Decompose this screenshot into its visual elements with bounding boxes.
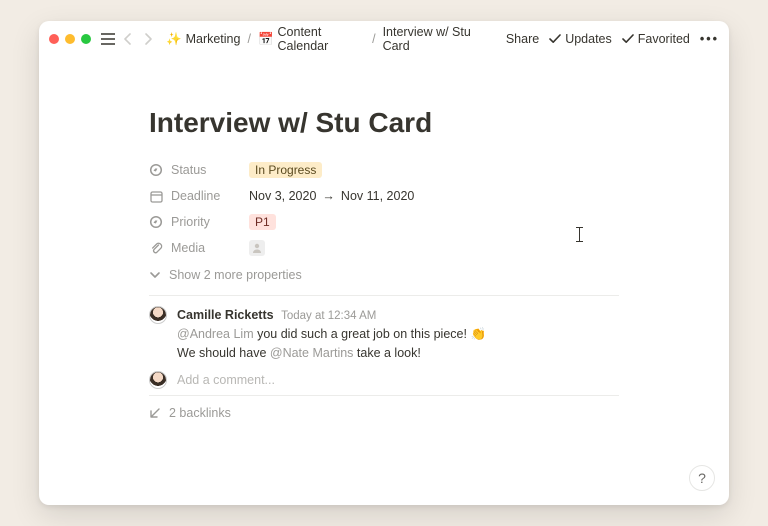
close-window-dot[interactable] (49, 34, 59, 44)
favorited-button[interactable]: Favorited (622, 32, 690, 46)
breadcrumb-content-calendar[interactable]: 📅 Content Calendar (255, 23, 368, 55)
breadcrumb-label: Marketing (186, 32, 241, 46)
property-label: Media (171, 241, 205, 255)
deadline-end: Nov 11, 2020 (341, 189, 414, 203)
breadcrumb-sep: / (247, 32, 250, 46)
sidebar-toggle-icon[interactable] (101, 33, 115, 45)
mention[interactable]: @Andrea Lim (177, 327, 254, 341)
comment-text: take a look! (353, 346, 420, 360)
property-label: Deadline (171, 189, 220, 203)
breadcrumb-sep: / (372, 32, 375, 46)
property-label: Priority (171, 215, 210, 229)
backlinks[interactable]: 2 backlinks (149, 406, 619, 420)
media-thumbnail[interactable] (249, 240, 265, 256)
window-controls[interactable] (49, 34, 91, 44)
comment-line: @Andrea Lim you did such a great job on … (177, 325, 486, 344)
comment-input[interactable] (177, 373, 619, 387)
status-icon (149, 163, 163, 177)
divider (149, 395, 619, 396)
deadline-start: Nov 3, 2020 (249, 189, 316, 203)
comment-text: you did such a great job on this piece! (254, 327, 471, 341)
comment-body: Camille Ricketts Today at 12:34 AM @Andr… (177, 306, 486, 363)
nav-back-icon[interactable] (121, 32, 135, 46)
help-button[interactable]: ? (689, 465, 715, 491)
priority-badge[interactable]: P1 (249, 214, 276, 230)
breadcrumb-label: Content Calendar (278, 25, 366, 53)
share-button[interactable]: Share (506, 32, 539, 46)
breadcrumb-label: Interview w/ Stu Card (383, 25, 491, 53)
calendar-icon: 📅 (258, 32, 274, 47)
calendar-icon (149, 189, 163, 203)
show-more-label: Show 2 more properties (169, 268, 302, 282)
breadcrumb-marketing[interactable]: ✨ Marketing (163, 30, 243, 49)
clap-emoji-icon: 👏 (470, 327, 486, 341)
more-menu-icon[interactable]: ••• (700, 32, 719, 46)
arrow-icon: → (322, 189, 335, 203)
avatar (149, 371, 167, 389)
breadcrumb: ✨ Marketing / 📅 Content Calendar / Inter… (163, 23, 494, 55)
property-label: Status (171, 163, 206, 177)
comment-line: We should have @Nate Martins take a look… (177, 344, 486, 363)
property-deadline[interactable]: Deadline Nov 3, 2020 → Nov 11, 2020 (149, 183, 619, 209)
comment-time: Today at 12:34 AM (281, 310, 376, 322)
topbar-actions: Share Updates Favorited ••• (506, 32, 719, 46)
check-icon (622, 33, 634, 45)
page-title[interactable]: Interview w/ Stu Card (149, 107, 619, 139)
page-content: Interview w/ Stu Card Status In Progress… (39, 57, 729, 505)
text-cursor-icon (579, 227, 580, 242)
priority-icon (149, 215, 163, 229)
divider (149, 295, 619, 296)
status-badge[interactable]: In Progress (249, 162, 322, 178)
sparkles-icon: ✨ (166, 32, 182, 47)
comment-text: We should have (177, 346, 270, 360)
breadcrumb-current-page[interactable]: Interview w/ Stu Card (380, 23, 494, 55)
updates-label: Updates (565, 32, 612, 46)
show-more-properties[interactable]: Show 2 more properties (149, 261, 619, 289)
backlink-arrow-icon (149, 407, 161, 419)
nav-forward-icon[interactable] (141, 32, 155, 46)
attachment-icon (149, 241, 163, 255)
updates-button[interactable]: Updates (549, 32, 612, 46)
app-window: ✨ Marketing / 📅 Content Calendar / Inter… (39, 21, 729, 505)
property-media[interactable]: Media (149, 235, 619, 261)
comment: Camille Ricketts Today at 12:34 AM @Andr… (149, 306, 619, 363)
minimize-window-dot[interactable] (65, 34, 75, 44)
property-status[interactable]: Status In Progress (149, 157, 619, 183)
favorited-label: Favorited (638, 32, 690, 46)
comment-author[interactable]: Camille Ricketts (177, 308, 274, 322)
add-comment[interactable] (149, 371, 619, 389)
maximize-window-dot[interactable] (81, 34, 91, 44)
mention[interactable]: @Nate Martins (270, 346, 354, 360)
chevron-down-icon (149, 269, 161, 281)
avatar[interactable] (149, 306, 167, 324)
property-priority[interactable]: Priority P1 (149, 209, 619, 235)
check-icon (549, 33, 561, 45)
backlinks-label: 2 backlinks (169, 406, 231, 420)
topbar: ✨ Marketing / 📅 Content Calendar / Inter… (39, 21, 729, 57)
